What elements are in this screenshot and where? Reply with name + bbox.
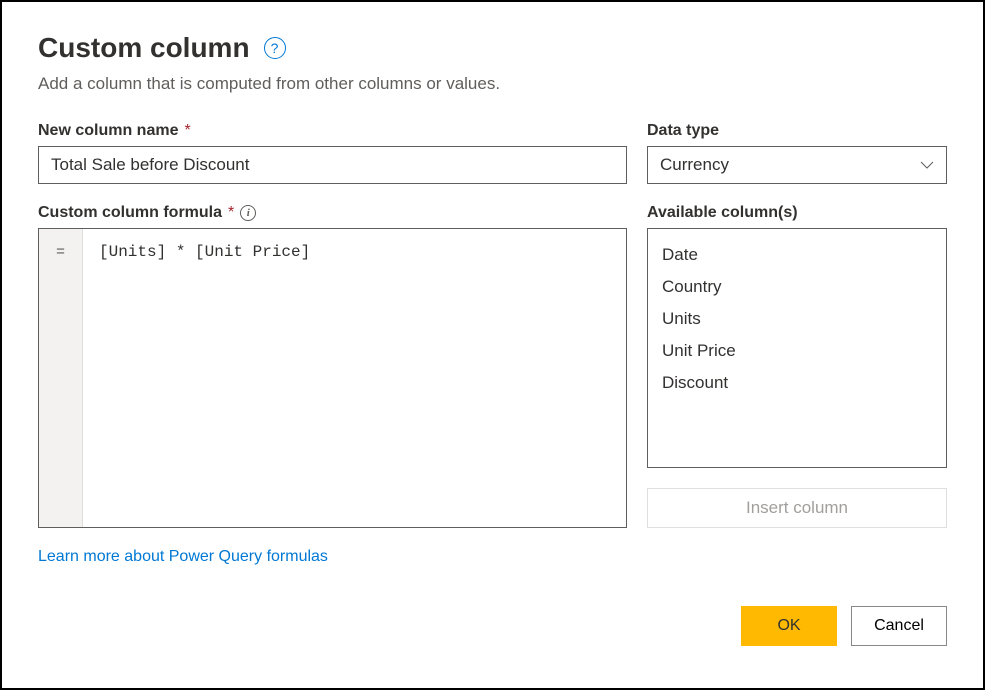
list-item[interactable]: Date [648, 239, 946, 271]
list-item[interactable]: Discount [648, 367, 946, 399]
data-type-select[interactable]: Currency [647, 146, 947, 184]
data-type-value: Currency [660, 155, 729, 175]
ok-button[interactable]: OK [741, 606, 837, 646]
column-name-input[interactable] [38, 146, 627, 184]
insert-column-button[interactable]: Insert column [647, 488, 947, 528]
list-item[interactable]: Unit Price [648, 335, 946, 367]
list-item[interactable]: Units [648, 303, 946, 335]
info-icon[interactable]: i [240, 205, 256, 221]
dialog-subtitle: Add a column that is computed from other… [38, 74, 947, 94]
help-icon[interactable]: ? [264, 37, 286, 59]
available-columns-label: Available column(s) [647, 204, 947, 222]
dialog-title: Custom column [38, 32, 250, 64]
cancel-button[interactable]: Cancel [851, 606, 947, 646]
available-columns-list[interactable]: Date Country Units Unit Price Discount [647, 228, 947, 468]
learn-more-link[interactable]: Learn more about Power Query formulas [38, 548, 328, 566]
chevron-down-icon [920, 161, 934, 169]
list-item[interactable]: Country [648, 271, 946, 303]
data-type-label: Data type [647, 122, 947, 140]
formula-text[interactable]: [Units] * [Unit Price] [83, 229, 626, 527]
formula-editor[interactable]: = [Units] * [Unit Price] [38, 228, 627, 528]
column-name-label: New column name* [38, 122, 627, 140]
formula-label: Custom column formula* i [38, 204, 627, 222]
formula-gutter: = [39, 229, 83, 527]
